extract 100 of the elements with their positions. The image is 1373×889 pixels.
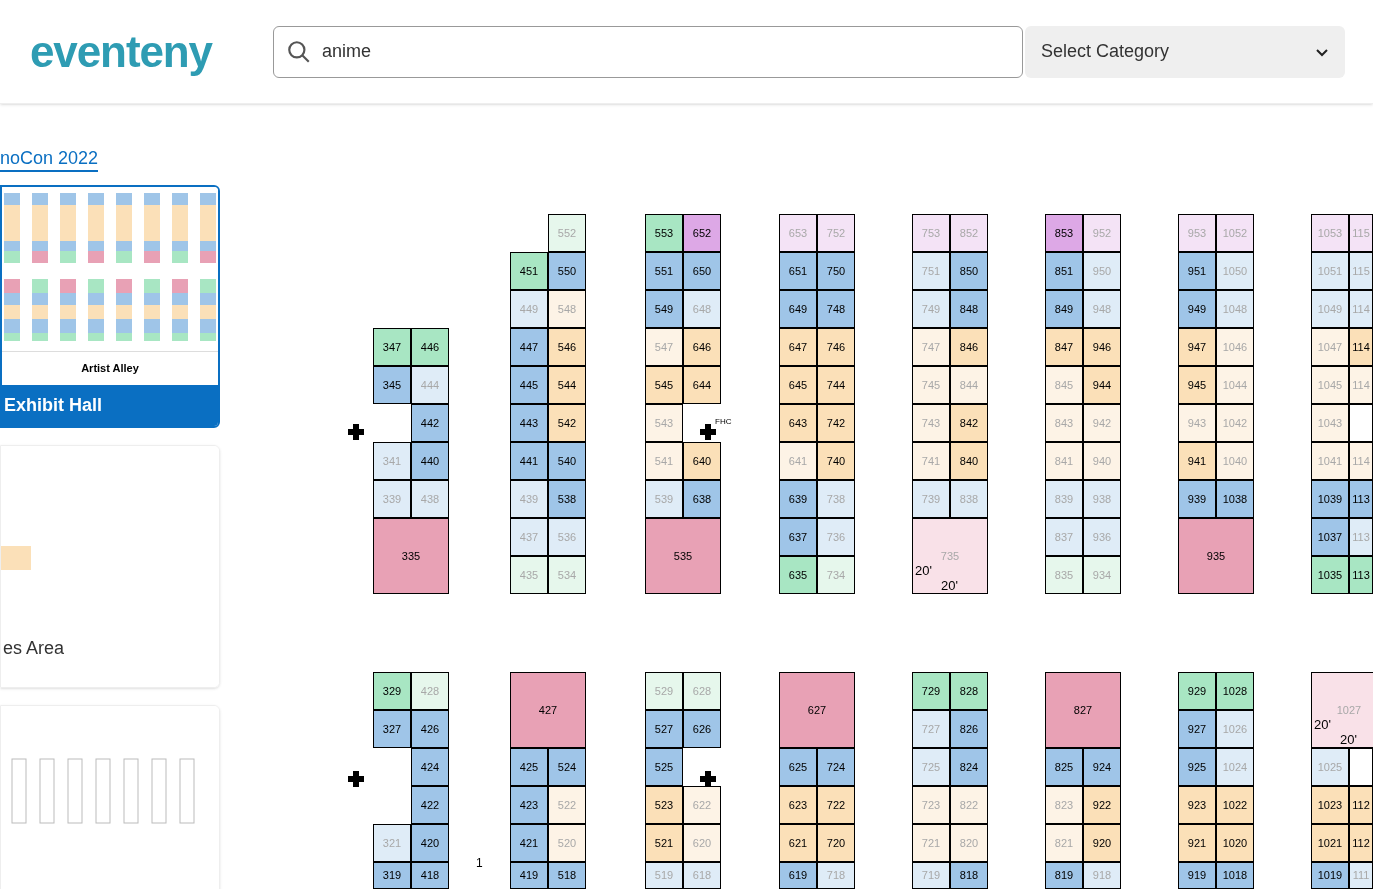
event-link[interactable]: noCon 2022 — [0, 146, 99, 172]
booth-cell[interactable]: 523 — [645, 786, 683, 824]
booth-cell[interactable]: 550 — [548, 252, 586, 290]
booth-cell[interactable]: 740 — [817, 442, 855, 480]
booth-cell[interactable]: 440 — [411, 442, 449, 480]
booth-cell[interactable]: 518 — [548, 862, 586, 889]
booth-cell[interactable]: 644 — [683, 366, 721, 404]
hall-card[interactable] — [0, 705, 220, 889]
booth-cell[interactable]: 643 — [779, 404, 817, 442]
booth-cell[interactable]: 112 — [1349, 786, 1373, 824]
booth-cell[interactable]: 114 — [1349, 328, 1373, 366]
hall-card[interactable]: Artist Alley Exhibit Hall — [0, 185, 220, 428]
booth-cell[interactable]: 445 — [510, 366, 548, 404]
booth-cell[interactable]: 735 20' 20' — [912, 518, 988, 594]
booth-cell[interactable]: 621 — [779, 824, 817, 862]
hall-card[interactable]: es Area — [0, 445, 220, 688]
booth-cell[interactable]: 327 — [373, 710, 411, 748]
booth-cell[interactable]: 924 — [1083, 748, 1121, 786]
booth-cell[interactable]: 112 — [1349, 824, 1373, 862]
booth-cell[interactable]: 113 — [1349, 480, 1373, 518]
booth-cell[interactable]: 447 — [510, 328, 548, 366]
booth-cell[interactable]: 521 — [645, 824, 683, 862]
booth-cell[interactable]: 335 — [373, 518, 449, 594]
booth-cell[interactable]: 720 — [817, 824, 855, 862]
booth-cell[interactable]: 549 — [645, 290, 683, 328]
category-select[interactable]: Select Category — [1025, 25, 1345, 78]
booth-cell[interactable]: 827 — [1045, 672, 1121, 748]
booth-cell[interactable]: 945 — [1178, 366, 1216, 404]
booth-cell[interactable]: 538 — [548, 480, 586, 518]
booth-cell[interactable]: 553 — [645, 214, 683, 252]
booth-cell[interactable]: 921 — [1178, 824, 1216, 862]
booth-cell[interactable]: 649 — [779, 290, 817, 328]
booth-cell[interactable]: 347 — [373, 328, 411, 366]
booth-cell[interactable]: 1039 — [1311, 480, 1349, 518]
booth-cell[interactable]: 540 — [548, 442, 586, 480]
booth-cell[interactable]: 744 — [817, 366, 855, 404]
booth-cell[interactable]: 848 — [950, 290, 988, 328]
booth-cell[interactable]: 944 — [1083, 366, 1121, 404]
booth-cell[interactable]: 825 — [1045, 748, 1083, 786]
booth-cell[interactable]: 850 — [950, 252, 988, 290]
booth-cell[interactable]: 729 — [912, 672, 950, 710]
booth-cell[interactable]: 640 — [683, 442, 721, 480]
booth-cell[interactable]: 826 — [950, 710, 988, 748]
booth-cell[interactable]: 935 — [1178, 518, 1254, 594]
booth-cell[interactable]: 1038 — [1216, 480, 1254, 518]
booth-cell[interactable]: 828 — [950, 672, 988, 710]
booth-cell[interactable]: 545 — [645, 366, 683, 404]
booth-cell[interactable]: 1027 20' 20' — [1311, 672, 1373, 748]
booth-cell[interactable]: 652 — [683, 214, 721, 252]
booth-cell[interactable]: 424 — [411, 748, 449, 786]
search-input[interactable]: anime — [322, 38, 1010, 65]
booth-cell[interactable]: 443 — [510, 404, 548, 442]
booth-cell[interactable]: 1018 — [1216, 862, 1254, 889]
booth-cell[interactable]: 819 — [1045, 862, 1083, 889]
booth-cell[interactable]: 426 — [411, 710, 449, 748]
booth-cell[interactable]: 840 — [950, 442, 988, 480]
booth-cell[interactable]: 551 — [645, 252, 683, 290]
booth-cell[interactable]: 544 — [548, 366, 586, 404]
booth-cell[interactable]: 635 — [779, 556, 817, 594]
booth-cell[interactable]: 646 — [683, 328, 721, 366]
booth-cell[interactable]: 329 — [373, 672, 411, 710]
booth-cell[interactable]: 527 — [645, 710, 683, 748]
booth-cell[interactable]: 920 — [1083, 824, 1121, 862]
booth-cell[interactable]: 1021 — [1311, 824, 1349, 862]
booth-cell[interactable]: 525 — [645, 748, 683, 786]
booth-cell[interactable]: 419 — [510, 862, 548, 889]
booth-cell[interactable]: 619 — [779, 862, 817, 889]
booth-cell[interactable]: 724 — [817, 748, 855, 786]
booth-cell[interactable]: 919 — [1178, 862, 1216, 889]
booth-cell[interactable]: 420 — [411, 824, 449, 862]
booth-cell[interactable]: 818 — [950, 862, 988, 889]
booth-cell[interactable]: 623 — [779, 786, 817, 824]
booth-cell[interactable]: 422 — [411, 786, 449, 824]
booth-cell[interactable]: 925 — [1178, 748, 1216, 786]
booth-cell[interactable]: 421 — [510, 824, 548, 862]
booth-cell[interactable]: 846 — [950, 328, 988, 366]
booth-cell[interactable]: 546 — [548, 328, 586, 366]
booth-cell[interactable]: 637 — [779, 518, 817, 556]
booth-cell[interactable]: 929 — [1178, 672, 1216, 710]
booth-cell[interactable]: 949 — [1178, 290, 1216, 328]
booth-cell[interactable]: 847 — [1045, 328, 1083, 366]
booth-cell[interactable]: 442 — [411, 404, 449, 442]
booth-cell[interactable]: 638 — [683, 480, 721, 518]
booth-cell[interactable]: 1028 — [1216, 672, 1254, 710]
booth-cell[interactable]: 345 — [373, 366, 411, 404]
booth-cell[interactable]: 851 — [1045, 252, 1083, 290]
booth-cell[interactable]: 639 — [779, 480, 817, 518]
booth-cell[interactable]: 1020 — [1216, 824, 1254, 862]
booth-cell[interactable]: 425 — [510, 748, 548, 786]
booth-cell[interactable]: 651 — [779, 252, 817, 290]
booth-cell[interactable]: 951 — [1178, 252, 1216, 290]
booth-cell[interactable]: 1023 — [1311, 786, 1349, 824]
booth-cell[interactable]: 1022 — [1216, 786, 1254, 824]
booth-cell[interactable]: 750 — [817, 252, 855, 290]
booth-cell[interactable]: 542 — [548, 404, 586, 442]
booth-cell[interactable]: 853 — [1045, 214, 1083, 252]
booth-cell[interactable]: 746 — [817, 328, 855, 366]
booth-cell[interactable]: 647 — [779, 328, 817, 366]
booth-cell[interactable]: 418 — [411, 862, 449, 889]
booth-cell[interactable]: 441 — [510, 442, 548, 480]
